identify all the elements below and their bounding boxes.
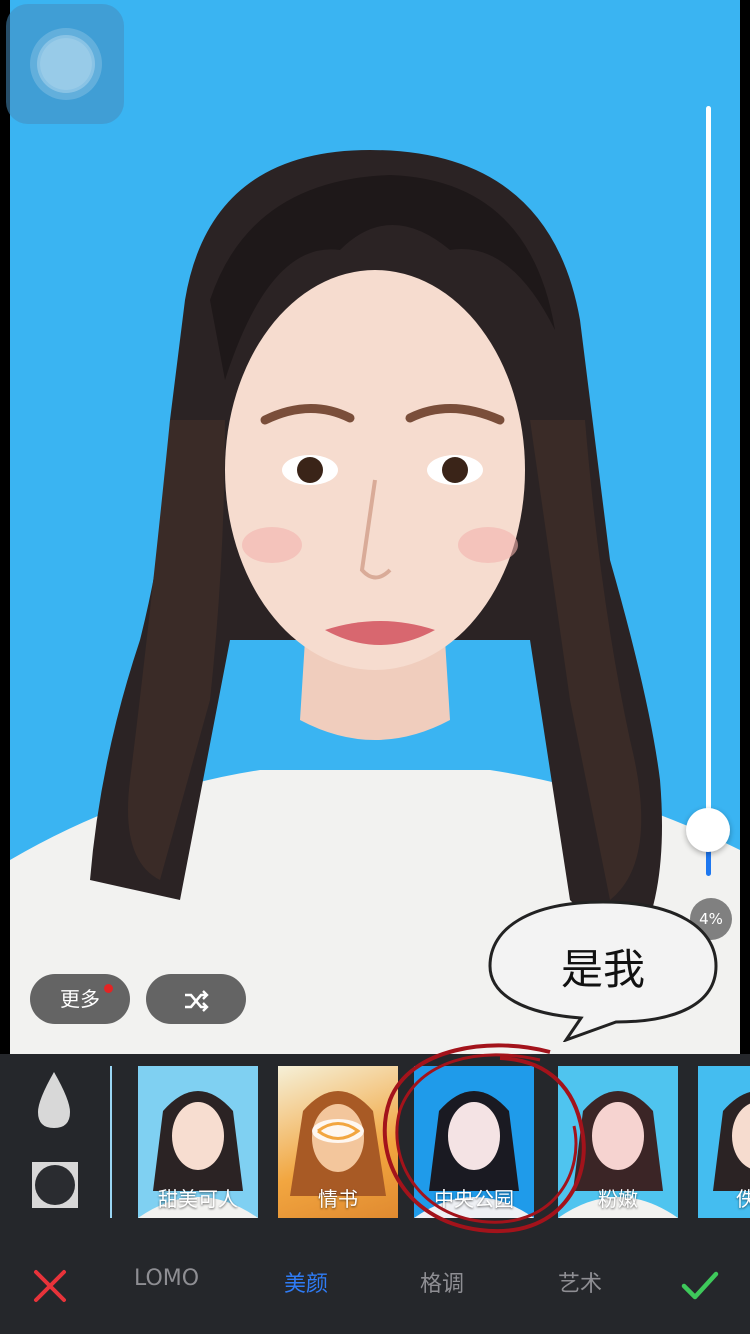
bottom-tab-bar <box>0 1234 750 1334</box>
handdrawn-circle-annotation <box>382 1043 586 1234</box>
more-button[interactable]: 更多 <box>30 974 130 1024</box>
intensity-slider-fill <box>706 850 711 876</box>
vignette-circle-icon <box>35 1165 75 1205</box>
intensity-slider-track[interactable] <box>706 106 711 876</box>
filter-label: 佚 <box>736 1187 750 1211</box>
tab-meiyan[interactable]: 美颜 <box>284 1266 328 1298</box>
photo-canvas: 4% 更多 是我 <box>0 0 750 1054</box>
filter-thumb-partial-right[interactable]: 佚 <box>698 1066 750 1218</box>
notification-dot <box>104 984 113 993</box>
shuffle-button[interactable] <box>146 974 246 1024</box>
thumb-bg <box>110 1066 112 1218</box>
assistive-touch-button[interactable] <box>6 4 124 124</box>
speech-bubble-text: 是我 <box>560 945 645 994</box>
assistive-dot-icon <box>40 38 92 90</box>
blur-drop-icon[interactable] <box>36 1070 72 1130</box>
shuffle-icon <box>185 989 209 1012</box>
more-button-label: 更多 <box>60 987 100 1011</box>
close-icon[interactable] <box>30 1266 70 1306</box>
filter-thumb-tianmei[interactable]: 甜美可人 <box>138 1066 258 1218</box>
tab-lomo[interactable]: LOMO <box>134 1266 199 1291</box>
filter-thumb-partial[interactable] <box>110 1066 112 1218</box>
tab-yishu[interactable]: 艺术 <box>558 1266 602 1298</box>
intensity-slider-knob[interactable] <box>686 808 730 852</box>
vignette-tool-icon[interactable] <box>32 1162 78 1208</box>
check-icon[interactable] <box>680 1266 720 1306</box>
filter-label: 甜美可人 <box>158 1187 238 1211</box>
tab-gediao[interactable]: 格调 <box>420 1266 464 1298</box>
